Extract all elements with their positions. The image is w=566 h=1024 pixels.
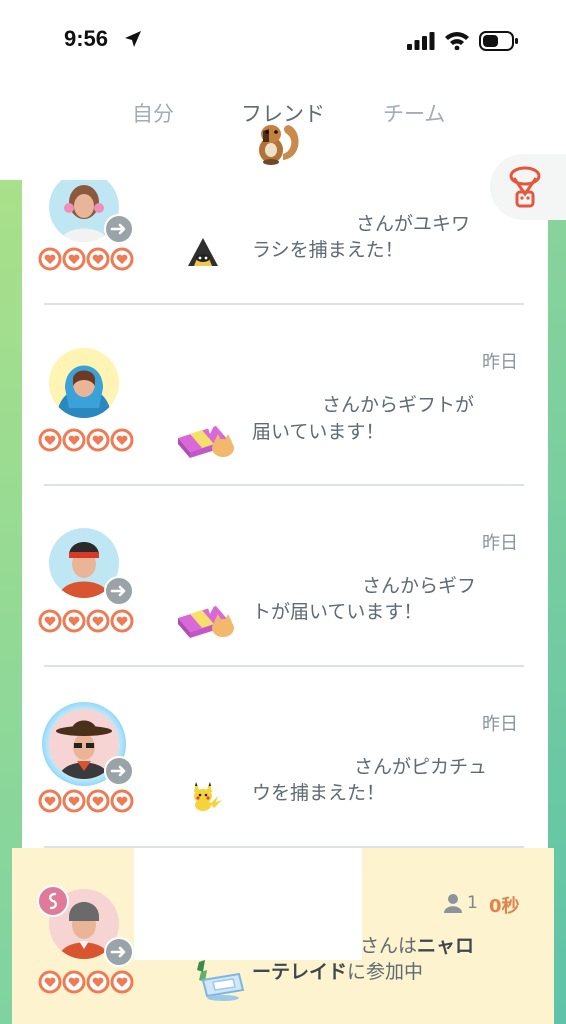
- arrow-icon: [104, 214, 134, 244]
- feed-message-line2: ウを捕まえた！: [252, 782, 386, 804]
- feed-message-line2: ラシを捕まえた！: [252, 239, 404, 261]
- snorunt-icon: [188, 238, 218, 266]
- feed-date: 昨日: [482, 352, 518, 373]
- gift-icon: [178, 602, 234, 638]
- divider: [44, 484, 524, 486]
- participants-icon: [444, 894, 462, 913]
- friendship-hearts-icon: [38, 970, 134, 994]
- battery-icon: [479, 31, 518, 51]
- avatar[interactable]: [49, 348, 119, 418]
- arrow-icon: [104, 937, 134, 967]
- status-bar: 9:56: [0, 0, 566, 80]
- divider: [44, 665, 524, 667]
- raid-text-bold: ニャロ: [417, 935, 475, 957]
- redacted-area: [134, 848, 362, 960]
- feed-message-line1: さんからギフ: [362, 575, 477, 597]
- feed-message-line2: 届いています！: [252, 421, 385, 443]
- status-time: 9:56: [64, 26, 109, 51]
- raid-text: さんは: [360, 935, 418, 957]
- arrow-icon: [104, 756, 134, 786]
- raid-participant-count: 1: [467, 893, 478, 913]
- raid-text: に参加中: [347, 961, 424, 983]
- tab-bar: 自分 フレンド チーム: [0, 80, 566, 180]
- feed-message-line1: さんがユキワ: [356, 213, 471, 235]
- feed-message-line2: トが届いています！: [252, 601, 423, 623]
- raid-message-line1: さんはニャロ: [360, 932, 474, 961]
- tab-self[interactable]: 自分: [132, 98, 174, 128]
- raid-message-line2: ーテレイドに参加中: [252, 958, 423, 987]
- raid-pass-icon: [197, 960, 245, 1001]
- raid-text-bold: ーテレイド: [252, 961, 348, 983]
- feed-message-line1: さんがピカチュ: [354, 756, 488, 778]
- divider: [44, 303, 524, 305]
- mega-badge-icon: [37, 885, 69, 917]
- team-logo-icon: [509, 166, 541, 208]
- friendship-hearts-icon: [38, 428, 134, 452]
- friendship-hearts-icon: [38, 609, 134, 633]
- friendship-hearts-icon: [38, 789, 134, 813]
- trainer-avatar-image: [57, 365, 111, 418]
- feed-date: 昨日: [482, 533, 518, 554]
- location-arrow-icon: [125, 31, 141, 47]
- team-button[interactable]: [490, 154, 566, 220]
- pikachu-icon: [194, 782, 222, 811]
- feed-date: 昨日: [482, 714, 518, 735]
- arrow-icon: [104, 576, 134, 606]
- feed-message-line1: さんからギフトが: [322, 394, 475, 416]
- friendship-hearts-icon: [38, 247, 134, 271]
- tab-team[interactable]: チーム: [383, 98, 445, 128]
- gift-icon: [178, 422, 234, 458]
- signal-icon: [407, 32, 435, 50]
- raid-time-remaining: 0秒: [489, 896, 520, 917]
- chipmunk-icon: [259, 125, 299, 165]
- wifi-icon: [445, 32, 469, 50]
